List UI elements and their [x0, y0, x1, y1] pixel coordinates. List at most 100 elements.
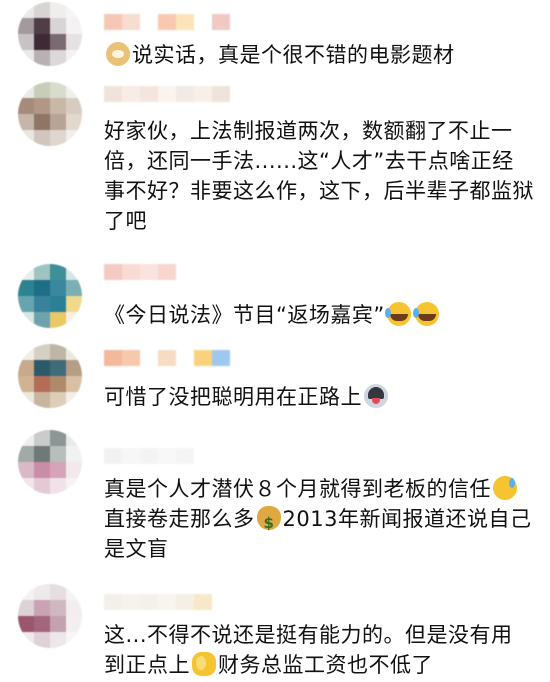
username-blurred[interactable] — [104, 350, 230, 366]
username-pixel — [104, 594, 122, 610]
avatar-pixel — [18, 280, 34, 296]
avatar-pixel — [18, 82, 34, 98]
avatar-pixel — [50, 600, 66, 616]
avatar-pixel — [34, 360, 50, 376]
comment-text: 好家伙，上法制报道两次，数额翻了不止一倍，还同一手法......这“人才”去干点… — [104, 119, 534, 233]
avatar-pixel — [50, 360, 66, 376]
avatar-pixel — [34, 312, 50, 328]
username-pixel — [194, 264, 212, 280]
avatar-pixel — [34, 296, 50, 312]
avatar-pixel — [18, 2, 34, 18]
avatar-pixel — [34, 130, 50, 146]
avatar-pixel — [66, 478, 82, 494]
avatar-pixel — [18, 296, 34, 312]
clap-emoji-icon — [192, 652, 216, 676]
avatar-pixel — [18, 34, 34, 50]
username-pixel — [104, 14, 122, 30]
avatar-pixel — [18, 98, 34, 114]
username-pixel — [194, 448, 212, 464]
avatar-pixel — [34, 478, 50, 494]
avatar[interactable] — [18, 344, 82, 408]
avatar-pixel — [50, 98, 66, 114]
avatar-pixel — [18, 392, 34, 408]
avatar-pixel — [34, 114, 50, 130]
avatar[interactable] — [18, 2, 82, 66]
avatar[interactable] — [18, 430, 82, 494]
avatar-pixel — [34, 584, 50, 600]
laugh-cry-emoji-icon — [384, 302, 411, 326]
avatar-pixel — [34, 264, 50, 280]
username-blurred[interactable] — [104, 594, 230, 610]
husky-emoji-icon — [364, 384, 388, 408]
avatar-pixel — [50, 392, 66, 408]
avatar-pixel — [66, 50, 82, 66]
username-pixel — [122, 448, 140, 464]
avatar-pixel — [50, 376, 66, 392]
avatar-pixel — [34, 50, 50, 66]
avatar-pixel — [34, 376, 50, 392]
avatar-pixel — [66, 446, 82, 462]
avatar-pixel — [50, 446, 66, 462]
avatar-pixel — [66, 114, 82, 130]
avatar-pixel — [66, 376, 82, 392]
avatar-pixel — [50, 462, 66, 478]
avatar-pixel — [50, 82, 66, 98]
username-pixel — [158, 350, 176, 366]
username-pixel — [104, 86, 122, 102]
avatar-pixel — [18, 616, 34, 632]
username-pixel — [212, 350, 230, 366]
username-pixel — [158, 86, 176, 102]
avatar-pixel — [34, 616, 50, 632]
username-pixel — [140, 264, 158, 280]
avatar-pixel — [66, 264, 82, 280]
username-blurred[interactable] — [104, 86, 230, 102]
avatar-pixel — [34, 446, 50, 462]
avatar-pixel — [66, 344, 82, 360]
avatar-pixel — [50, 632, 66, 648]
avatar-pixel — [50, 130, 66, 146]
username-pixel — [158, 448, 176, 464]
avatar-pixel — [50, 296, 66, 312]
avatar-pixel — [18, 18, 34, 34]
username-blurred[interactable] — [104, 264, 230, 280]
avatar[interactable] — [18, 264, 82, 328]
avatar-pixel — [50, 2, 66, 18]
avatar-pixel — [34, 18, 50, 34]
username-pixel — [140, 14, 158, 30]
avatar-pixel — [50, 478, 66, 494]
avatar-pixel — [66, 392, 82, 408]
avatar-pixel — [18, 50, 34, 66]
username-pixel — [140, 594, 158, 610]
username-pixel — [212, 264, 230, 280]
doge-emoji-icon — [106, 42, 130, 66]
username-pixel — [212, 594, 230, 610]
username-pixel — [140, 448, 158, 464]
username-pixel — [104, 350, 122, 366]
username-pixel — [176, 14, 194, 30]
username-pixel — [176, 86, 194, 102]
username-pixel — [140, 86, 158, 102]
avatar-pixel — [66, 2, 82, 18]
username-pixel — [122, 14, 140, 30]
avatar-pixel — [34, 632, 50, 648]
username-blurred[interactable] — [104, 448, 230, 464]
avatar-pixel — [18, 376, 34, 392]
laugh-cry-emoji-icon — [412, 302, 439, 326]
avatar-pixel — [18, 264, 34, 280]
avatar-pixel — [66, 130, 82, 146]
avatar-pixel — [18, 632, 34, 648]
comment-text: 可惜了没把聪明用在正路上 — [104, 382, 534, 412]
avatar-pixel — [66, 430, 82, 446]
avatar[interactable] — [18, 82, 82, 146]
avatar-pixel — [50, 280, 66, 296]
username-pixel — [194, 14, 212, 30]
avatar-pixel — [66, 632, 82, 648]
avatar-pixel — [18, 114, 34, 130]
avatar-pixel — [50, 264, 66, 280]
avatar[interactable] — [18, 584, 82, 648]
avatar-pixel — [66, 98, 82, 114]
username-blurred[interactable] — [104, 14, 230, 30]
username-pixel — [158, 594, 176, 610]
username-pixel — [176, 350, 194, 366]
avatar-pixel — [34, 2, 50, 18]
